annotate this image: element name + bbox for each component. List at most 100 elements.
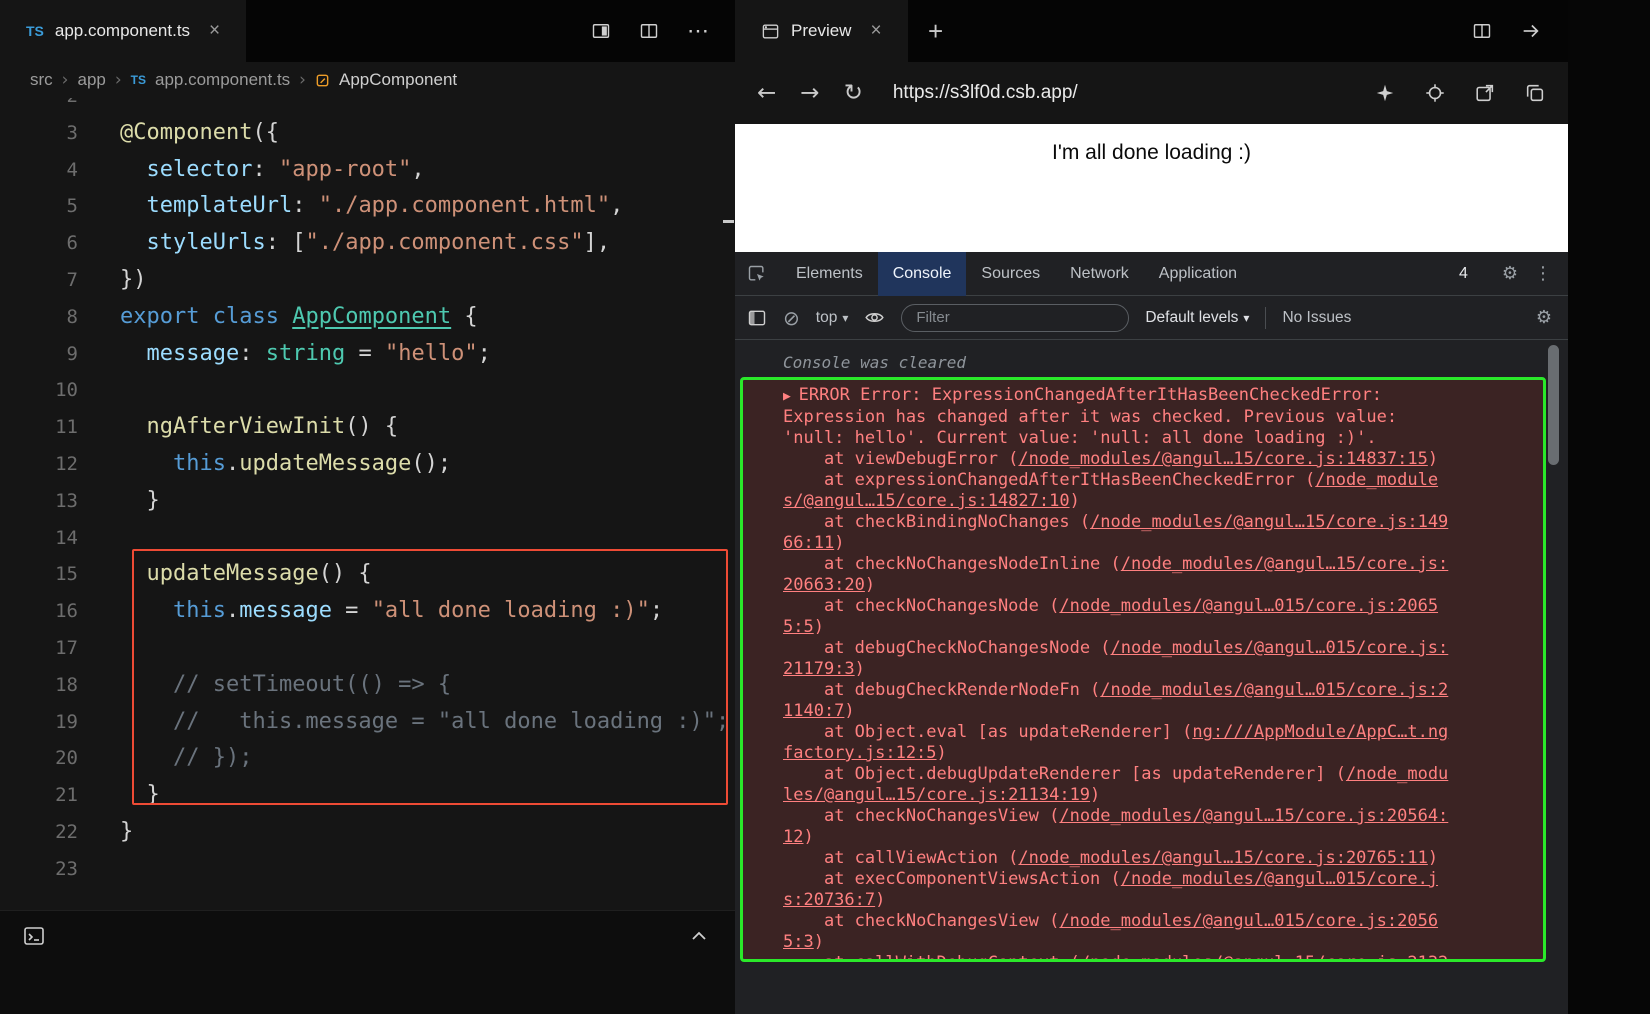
stack-trace-link[interactable]: /node_modules/@angul…15/core.js:14827:10 xyxy=(783,470,1438,511)
settings-gear-icon[interactable]: ⚙ xyxy=(1502,263,1518,284)
split-editor-icon[interactable] xyxy=(591,21,611,41)
typescript-icon: TS xyxy=(130,73,147,87)
sparkle-inspect-icon[interactable] xyxy=(1374,82,1396,104)
code-line[interactable]: 9 message: string = "hello"; xyxy=(0,336,735,373)
code-line[interactable]: 11 ngAfterViewInit() { xyxy=(0,409,735,446)
tab-elements[interactable]: Elements xyxy=(781,252,878,296)
filter-input[interactable] xyxy=(901,303,1130,332)
console-error-block[interactable]: ▶ ERROR Error: ExpressionChangedAfterItH… xyxy=(740,377,1546,962)
log-levels-dropdown[interactable]: Default levels ▾ xyxy=(1145,309,1249,327)
app-window: TS app.component.ts × ⋯ src › app › TS a… xyxy=(0,0,1650,1014)
stack-trace-link[interactable]: /node_modules/@angul…15/core.js:20564:12 xyxy=(783,806,1448,847)
expand-triangle-icon[interactable]: ▶ xyxy=(783,389,799,404)
editor-tab-app-component[interactable]: TS app.component.ts × xyxy=(0,0,247,62)
code-line[interactable]: 8 export class AppComponent { xyxy=(0,299,735,336)
issues-count[interactable]: 4 xyxy=(1459,265,1468,283)
more-actions-icon[interactable]: ⋯ xyxy=(687,18,709,44)
class-symbol-icon xyxy=(315,73,330,88)
breadcrumb-app[interactable]: app xyxy=(77,70,105,90)
open-window-icon[interactable] xyxy=(1474,82,1496,104)
code-line[interactable]: 13 } xyxy=(0,483,735,520)
stack-trace-link[interactable]: /node_modules/@angul…15/core.js:14837:15 xyxy=(1018,449,1427,469)
code-line[interactable]: 10 xyxy=(0,372,735,409)
console-output: Console was cleared ▶ ERROR Error: Expre… xyxy=(735,340,1568,1014)
chevron-right-icon: › xyxy=(114,70,122,90)
stack-trace-link[interactable]: /node_modules/@angul…15/core.js:20663:20 xyxy=(783,554,1448,595)
code-editor[interactable]: 23@Component({4 selector: "app-root",5 t… xyxy=(0,98,735,910)
code-line[interactable]: 4 selector: "app-root", xyxy=(0,152,735,189)
split-view-icon[interactable] xyxy=(1472,21,1492,41)
stack-trace-link[interactable]: ng:///AppModule/AppC…t.ngfactory.js:12:5 xyxy=(783,722,1448,763)
line-number: 13 xyxy=(55,489,78,512)
split-layout-icon[interactable] xyxy=(639,21,659,41)
line-number: 10 xyxy=(55,379,78,402)
clear-console-icon[interactable]: ⊘ xyxy=(783,306,800,330)
stack-trace-link[interactable]: /node_modules/@angul…15/core.js:20765:11 xyxy=(1018,848,1427,868)
stack-trace-link[interactable]: /node_modules/@angul…015/core.js:21179:3 xyxy=(783,638,1448,679)
editor-pane: TS app.component.ts × ⋯ src › app › TS a… xyxy=(0,0,735,1014)
stack-trace-link[interactable]: /node_modules/@angul…015/core.js:21140:7 xyxy=(783,680,1448,721)
stack-trace-link[interactable]: /node_modules/@angul…15/core.js:21134:19 xyxy=(783,764,1448,805)
panel-bar xyxy=(0,910,735,1014)
code-line[interactable]: 22} xyxy=(0,814,735,851)
tab-application[interactable]: Application xyxy=(1144,252,1252,296)
duplicate-icon[interactable] xyxy=(1524,82,1546,104)
line-number: 9 xyxy=(66,342,78,365)
preview-tab-actions xyxy=(1472,0,1568,62)
line-number: 19 xyxy=(55,710,78,733)
refresh-icon[interactable]: ↻ xyxy=(844,80,863,106)
console-sidebar-icon[interactable] xyxy=(747,308,767,328)
close-tab-icon[interactable]: × xyxy=(209,20,220,42)
breadcrumb-src[interactable]: src xyxy=(30,70,53,90)
line-number: 8 xyxy=(66,305,78,328)
back-icon[interactable]: ← xyxy=(757,80,776,106)
stack-trace-link[interactable]: /node_modules/@angul…15/core.js:21324:23 xyxy=(783,953,1448,959)
stack-trace-link[interactable]: /node_modules/@angul…015/core.js:20736:7 xyxy=(783,869,1438,910)
browser-icon xyxy=(761,22,780,41)
console-error-message: ▶ ERROR Error: ExpressionChangedAfterItH… xyxy=(743,380,1454,959)
crosshair-icon[interactable] xyxy=(1424,82,1446,104)
highlight-rectangle xyxy=(132,549,728,805)
tab-console[interactable]: Console xyxy=(877,251,967,296)
tab-network[interactable]: Network xyxy=(1055,252,1144,296)
code-line[interactable]: 6 styleUrls: ["./app.component.css"], xyxy=(0,225,735,262)
stack-trace-link[interactable]: /node_modules/@angul…015/core.js:20565:3 xyxy=(783,911,1438,952)
code-line[interactable]: 23 xyxy=(0,851,735,888)
line-number: 16 xyxy=(55,600,78,623)
console-settings-gear-icon[interactable]: ⚙ xyxy=(1536,307,1552,328)
editor-tabstrip: TS app.component.ts × ⋯ xyxy=(0,0,735,62)
line-number: 21 xyxy=(55,784,78,807)
code-line[interactable]: 5 templateUrl: "./app.component.html", xyxy=(0,188,735,225)
console-toolbar: ⊘ top ▾ Default levels ▾ No Issues xyxy=(735,296,1568,340)
preview-tab[interactable]: Preview × xyxy=(735,0,908,62)
line-number: 14 xyxy=(55,526,78,549)
code-line[interactable]: 12 this.updateMessage(); xyxy=(0,446,735,483)
breadcrumb-symbol[interactable]: AppComponent xyxy=(339,70,457,90)
issues-status[interactable]: No Issues xyxy=(1282,309,1351,327)
address-bar[interactable]: https://s3lf0d.csb.app/ xyxy=(893,82,1078,104)
chevron-right-icon: › xyxy=(299,70,306,90)
scrollbar-thumb[interactable] xyxy=(1548,345,1559,465)
inspect-icon[interactable] xyxy=(747,264,767,284)
kebab-menu-icon[interactable]: ⋮ xyxy=(1534,263,1552,284)
console-cleared-message: Console was cleared xyxy=(783,353,967,372)
stack-trace-link[interactable]: /node_modules/@angul…15/core.js:14966:11 xyxy=(783,512,1448,553)
stack-trace-link[interactable]: /node_modules/@angul…015/core.js:20655:5 xyxy=(783,596,1438,637)
code-line[interactable]: 3 @Component({ xyxy=(0,115,735,152)
chevron-up-icon[interactable] xyxy=(687,924,711,948)
breadcrumb-file[interactable]: app.component.ts xyxy=(155,70,290,90)
line-number: 11 xyxy=(55,416,78,439)
terminal-panel-icon[interactable] xyxy=(22,924,46,948)
eye-icon[interactable] xyxy=(864,307,885,328)
tab-sources[interactable]: Sources xyxy=(966,252,1055,296)
preview-tabstrip: Preview × + xyxy=(735,0,1568,62)
forward-icon[interactable]: → xyxy=(800,80,819,106)
code-line[interactable]: 7}) xyxy=(0,262,735,299)
close-preview-icon[interactable]: × xyxy=(870,20,881,42)
line-number: 15 xyxy=(55,563,78,586)
line-number: 6 xyxy=(66,232,78,255)
context-selector[interactable]: top ▾ xyxy=(816,309,849,327)
code-line[interactable]: 2 xyxy=(0,98,735,115)
arrow-right-icon[interactable] xyxy=(1520,20,1542,42)
new-tab-icon[interactable]: + xyxy=(908,0,964,62)
